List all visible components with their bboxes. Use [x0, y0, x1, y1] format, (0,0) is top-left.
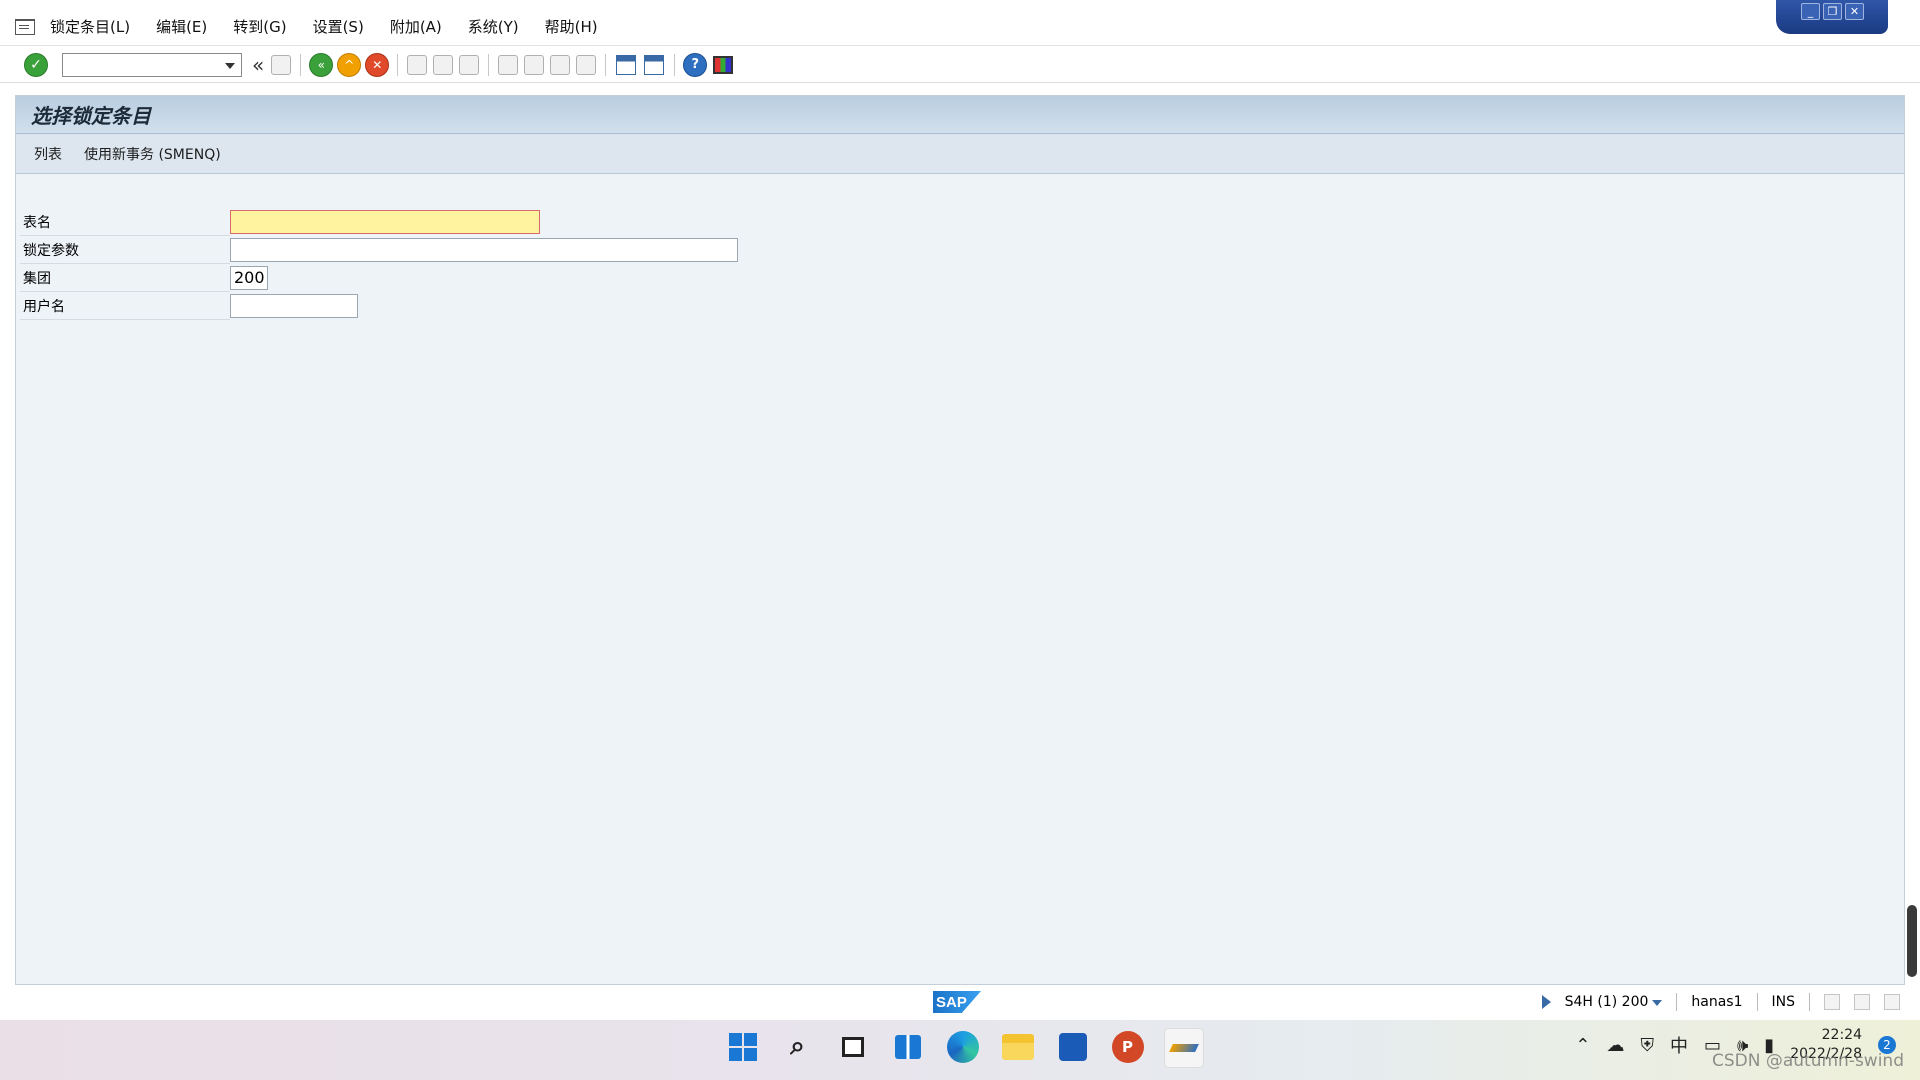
user-name-row: 用户名 [20, 292, 358, 320]
widgets-icon[interactable] [889, 1028, 926, 1065]
enter-check-icon[interactable]: ✓ [24, 52, 48, 77]
list-button[interactable]: 列表 [34, 144, 62, 164]
watermark: CSDN @autumn-swind [1711, 1051, 1904, 1071]
collapse-command-icon[interactable]: « [252, 53, 264, 77]
show-hidden-icons-icon[interactable]: ⌃ [1575, 1035, 1590, 1056]
user-name-label: 用户名 [23, 298, 65, 315]
previous-page-icon[interactable] [524, 54, 545, 75]
shield-icon[interactable]: ⛨ [1640, 1035, 1654, 1056]
onedrive-cloud-icon[interactable]: ☁ [1606, 1035, 1624, 1056]
menu-extras[interactable]: 附加(A) [390, 16, 442, 37]
menu-edit[interactable]: 编辑(E) [156, 16, 207, 37]
menu-bar: 锁定条目(L) 编辑(E) 转到(G) 设置(S) 附加(A) 系统(Y) 帮助… [0, 8, 1920, 46]
client-label: 集团 [23, 270, 51, 287]
cancel-icon[interactable]: ✕ [365, 52, 390, 77]
next-page-icon[interactable] [550, 54, 571, 75]
help-icon[interactable]: ? [683, 52, 708, 77]
standard-toolbar: ✓ « « ^ ✕ ? [0, 47, 1920, 83]
find-next-icon[interactable] [459, 54, 480, 75]
store-icon[interactable] [1054, 1028, 1091, 1065]
toolbar-separator [674, 53, 676, 76]
table-name-input[interactable] [230, 209, 540, 234]
print-icon[interactable] [407, 54, 428, 75]
selection-form: 表名 锁定参数 集团 200 用户名 [20, 208, 738, 320]
sap-logo: SAP [933, 991, 981, 1013]
menu-settings[interactable]: 设置(S) [313, 16, 364, 37]
application-toolbar: 列表 使用新事务 (SMENQ) [16, 134, 1904, 174]
sap-logon-icon[interactable] [1164, 1028, 1204, 1068]
menu-list-icon[interactable] [15, 18, 35, 35]
lock-icon[interactable] [1884, 994, 1900, 1010]
page-title: 选择锁定条目 [31, 104, 151, 128]
work-area: 选择锁定条目 列表 使用新事务 (SMENQ) 表名 锁定参数 集团 200 用… [15, 95, 1905, 985]
edge-browser-icon[interactable] [944, 1028, 981, 1065]
scrollbar-handle[interactable] [1907, 905, 1917, 977]
shortcut-icon[interactable] [644, 54, 665, 75]
expand-status-icon[interactable] [1541, 995, 1551, 1009]
menu-lock-entries[interactable]: 锁定条目(L) [50, 16, 130, 37]
server-label: hanas1 [1691, 994, 1743, 1010]
exit-icon[interactable]: ^ [337, 52, 362, 77]
system-label[interactable]: S4H (1) 200 [1565, 994, 1663, 1010]
toolbar-separator [605, 53, 607, 76]
last-page-icon[interactable] [576, 54, 597, 75]
screen-title-bar: 选择锁定条目 [16, 96, 1904, 134]
table-name-label: 表名 [23, 214, 51, 231]
new-session-icon[interactable] [616, 54, 637, 75]
menu-goto[interactable]: 转到(G) [233, 16, 286, 37]
status-separator [1756, 993, 1758, 1011]
chevron-down-icon[interactable] [1652, 1000, 1663, 1006]
toolbar-separator [300, 53, 302, 76]
client-input[interactable]: 200 [230, 265, 268, 290]
lock-argument-input[interactable] [230, 237, 738, 262]
toolbar-separator [488, 53, 490, 76]
back-icon[interactable]: « [309, 52, 334, 77]
start-icon[interactable] [724, 1028, 761, 1065]
file-explorer-icon[interactable] [999, 1028, 1036, 1065]
insert-mode-label[interactable]: INS [1772, 994, 1796, 1010]
windows-taskbar: ⌕ P ⌃ ☁ ⛨ 中 ▭ 🕪 ▮ 22:24 2022/2/28 2 [0, 1020, 1920, 1080]
status-separator [1676, 993, 1678, 1011]
user-name-input[interactable] [230, 293, 358, 318]
save-icon[interactable] [271, 54, 292, 75]
table-name-row: 表名 [20, 208, 540, 236]
find-icon[interactable] [433, 54, 454, 75]
powerpoint-icon[interactable]: P [1109, 1028, 1146, 1065]
first-page-icon[interactable] [498, 54, 519, 75]
time: 22:24 [1821, 1027, 1862, 1043]
task-view-icon[interactable] [834, 1028, 871, 1065]
use-new-transaction-button[interactable]: 使用新事务 (SMENQ) [84, 144, 221, 164]
performance-icon[interactable] [1824, 994, 1840, 1010]
command-field[interactable] [62, 52, 242, 77]
status-bar: SAP S4H (1) 200 hanas1 INS [0, 988, 1920, 1018]
menu-help[interactable]: 帮助(H) [545, 16, 598, 37]
connection-icon[interactable] [1854, 994, 1870, 1010]
menu-system[interactable]: 系统(Y) [468, 16, 519, 37]
taskbar-apps: ⌕ P [724, 1028, 1204, 1068]
customize-layout-icon[interactable] [713, 55, 734, 74]
ime-indicator[interactable]: 中 [1670, 1032, 1688, 1058]
client-row: 集团 200 [20, 264, 268, 292]
system-info: S4H (1) 200 hanas1 INS [1541, 993, 1900, 1011]
status-separator [1809, 993, 1810, 1011]
chevron-down-icon[interactable] [225, 62, 235, 69]
lock-argument-row: 锁定参数 [20, 236, 738, 264]
lock-argument-label: 锁定参数 [23, 242, 79, 259]
search-icon[interactable]: ⌕ [779, 1028, 816, 1065]
toolbar-separator [397, 53, 399, 76]
